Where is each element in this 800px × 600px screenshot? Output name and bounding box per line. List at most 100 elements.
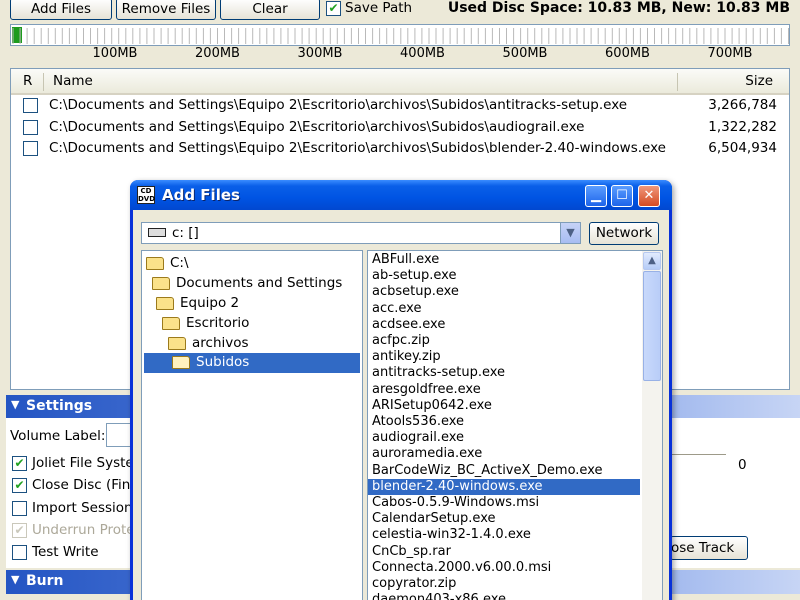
- settings-title: Settings: [26, 398, 93, 414]
- file-item[interactable]: auroramedia.exe: [368, 446, 640, 462]
- column-name[interactable]: Name: [53, 73, 93, 89]
- option-label: Test Write: [32, 544, 99, 560]
- speed-slider[interactable]: [672, 454, 726, 458]
- file-item[interactable]: celestia-win32-1.4.0.exe: [368, 527, 640, 543]
- file-list-header: R Name Size: [11, 69, 789, 95]
- tree-node[interactable]: Escritorio: [162, 314, 356, 334]
- add-files-button[interactable]: Add Files: [10, 0, 112, 20]
- file-item[interactable]: CnCb_sp.rar: [368, 544, 640, 560]
- folder-tree[interactable]: C:\ Documents and Settings Equipo 2 Escr…: [141, 250, 363, 600]
- file-row[interactable]: C:\Documents and Settings\Equipo 2\Escri…: [11, 117, 789, 138]
- scrollbar-thumb[interactable]: [643, 271, 661, 381]
- file-row[interactable]: C:\Documents and Settings\Equipo 2\Escri…: [11, 138, 789, 159]
- vertical-scrollbar[interactable]: ▲: [642, 251, 662, 600]
- option-checkbox: ✔: [12, 523, 27, 538]
- close-track-button[interactable]: ose Track: [670, 536, 748, 560]
- tree-node-selected[interactable]: Subidos: [144, 353, 360, 373]
- file-row[interactable]: C:\Documents and Settings\Equipo 2\Escri…: [11, 95, 789, 116]
- maximize-button[interactable]: ☐: [611, 185, 633, 207]
- option-checkbox[interactable]: [12, 545, 27, 560]
- folder-icon: [152, 277, 170, 290]
- dialog-title-bar[interactable]: CD DVD Add Files ▁ ☐ ✕: [130, 180, 672, 210]
- chevron-down-icon[interactable]: ▼: [560, 223, 580, 243]
- tree-node-label: Escritorio: [186, 315, 250, 331]
- tree-node-label: Documents and Settings: [176, 275, 343, 291]
- column-divider[interactable]: [43, 73, 44, 91]
- save-path-checkbox[interactable]: ✔: [326, 1, 341, 16]
- tree-node-label: archivos: [192, 335, 249, 351]
- file-item[interactable]: ARISetup0642.exe: [368, 398, 640, 414]
- collapse-chevron-icon: ▼: [11, 398, 20, 411]
- file-item[interactable]: aresgoldfree.exe: [368, 382, 640, 398]
- file-item-selected[interactable]: blender-2.40-windows.exe: [368, 478, 640, 495]
- disc-usage-ticks: [12, 28, 789, 44]
- scroll-up-button[interactable]: ▲: [643, 252, 661, 270]
- burn-title: Burn: [26, 573, 64, 589]
- file-item[interactable]: antikey.zip: [368, 349, 640, 365]
- tree-node[interactable]: Equipo 2: [156, 294, 356, 314]
- disc-usage-gauge: [10, 24, 790, 46]
- chevron-up-icon: ▲: [648, 255, 656, 266]
- disc-usage-scale: 100MB 200MB 300MB 400MB 500MB 600MB 700MB: [10, 46, 790, 62]
- file-item[interactable]: Connecta.2000.v6.00.0.msi: [368, 560, 640, 576]
- speed-value: 0: [738, 457, 747, 473]
- file-path: C:\Documents and Settings\Equipo 2\Escri…: [49, 119, 585, 135]
- file-item[interactable]: acbsetup.exe: [368, 284, 640, 300]
- file-item[interactable]: daemon403-x86.exe: [368, 592, 640, 600]
- drive-select-value: c: []: [172, 225, 199, 241]
- file-browser-list[interactable]: ABFull.exe ab-setup.exe acbsetup.exe acc.ex…: [367, 250, 663, 600]
- collapse-chevron-icon: ▼: [11, 573, 20, 586]
- remove-files-button[interactable]: Remove Files: [116, 0, 216, 20]
- file-item[interactable]: ABFull.exe: [368, 252, 640, 268]
- file-item[interactable]: CalendarSetup.exe: [368, 511, 640, 527]
- file-item[interactable]: acfpc.zip: [368, 333, 640, 349]
- file-item[interactable]: acc.exe: [368, 301, 640, 317]
- option-checkbox[interactable]: ✔: [12, 456, 27, 471]
- column-size[interactable]: Size: [745, 73, 773, 89]
- file-path: C:\Documents and Settings\Equipo 2\Escri…: [49, 97, 628, 113]
- row-checkbox[interactable]: [23, 98, 38, 113]
- tree-node[interactable]: C:\: [146, 254, 356, 274]
- tree-node[interactable]: Documents and Settings: [152, 274, 356, 294]
- file-item[interactable]: ab-setup.exe: [368, 268, 640, 284]
- cd-dvd-icon: CD DVD: [137, 186, 156, 204]
- row-checkbox[interactable]: [23, 141, 38, 156]
- option-checkbox[interactable]: ✔: [12, 478, 27, 493]
- folder-icon: [168, 337, 186, 350]
- file-item[interactable]: copyrator.zip: [368, 576, 640, 592]
- file-size: 3,266,784: [708, 97, 777, 113]
- option-label: Import Session: [32, 500, 133, 516]
- option-label: Underrun Protec: [32, 522, 143, 538]
- folder-icon: [156, 297, 174, 310]
- column-r[interactable]: R: [23, 73, 32, 89]
- option-label: Close Disc (Final: [32, 477, 143, 493]
- row-checkbox[interactable]: [23, 120, 38, 135]
- file-item[interactable]: acdsee.exe: [368, 317, 640, 333]
- close-button[interactable]: ✕: [638, 185, 660, 207]
- file-item[interactable]: audiograil.exe: [368, 430, 640, 446]
- file-item[interactable]: Atools536.exe: [368, 414, 640, 430]
- tree-node[interactable]: archivos: [168, 334, 356, 354]
- file-path: C:\Documents and Settings\Equipo 2\Escri…: [49, 140, 666, 156]
- close-icon: ✕: [643, 188, 655, 203]
- add-files-dialog: CD DVD Add Files ▁ ☐ ✕ c: [] ▼ Network C:…: [130, 180, 672, 600]
- maximize-icon: ☐: [616, 188, 628, 203]
- file-item[interactable]: Cabos-0.5.9-Windows.msi: [368, 495, 640, 511]
- drive-select[interactable]: c: [] ▼: [141, 222, 581, 244]
- option-checkbox[interactable]: [12, 501, 27, 516]
- dialog-title: Add Files: [162, 186, 240, 204]
- file-size: 1,322,282: [708, 119, 777, 135]
- tree-node-label: C:\: [170, 255, 189, 271]
- file-item[interactable]: antitracks-setup.exe: [368, 365, 640, 381]
- minimize-button[interactable]: ▁: [585, 185, 607, 207]
- open-folder-icon: [172, 356, 190, 369]
- gauge-scale-label: 500MB: [502, 46, 548, 61]
- tree-node-label: Equipo 2: [180, 295, 240, 311]
- gauge-scale-label: 300MB: [297, 46, 343, 61]
- column-divider[interactable]: [677, 73, 678, 91]
- file-item[interactable]: BarCodeWiz_BC_ActiveX_Demo.exe: [368, 463, 640, 479]
- clear-button[interactable]: Clear: [220, 0, 320, 20]
- minimize-icon: ▁: [591, 188, 601, 203]
- network-button[interactable]: Network: [589, 222, 659, 245]
- drive-icon: [148, 228, 166, 237]
